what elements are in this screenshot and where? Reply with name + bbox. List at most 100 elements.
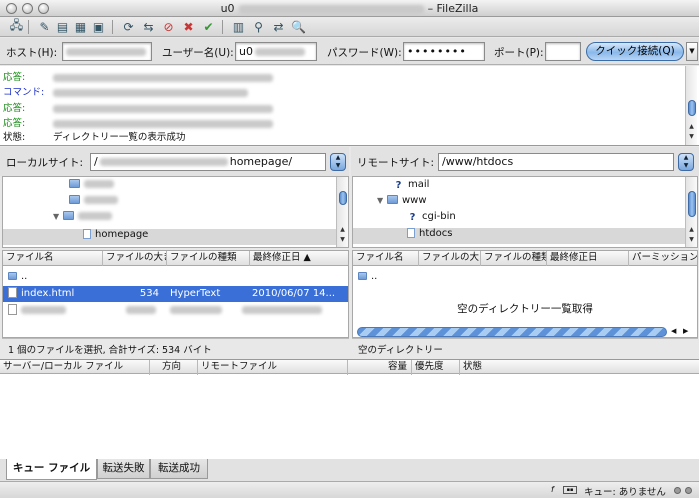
local-site-label: ローカルサイト: <box>6 157 84 169</box>
local-tree[interactable]: ▼ homepage ▲ ▼ <box>2 176 349 248</box>
toolbar: 🖧 ✎ ▤ ▦ ▣ ⟳ ⇆ ⊘ ✖ ✔ ▥ ⚲ ⇄ 🔍 <box>0 17 699 37</box>
local-tree-scrollbar[interactable]: ▲ ▼ <box>336 177 348 247</box>
queue-status: キュー: ありません <box>584 487 666 498</box>
toggle-log-icon[interactable]: ▤ <box>54 18 71 35</box>
tab-queued-files[interactable]: キュー ファイル <box>6 459 97 480</box>
tree-item-www[interactable]: ▼ www <box>353 195 685 211</box>
column-status[interactable]: 状態 <box>460 360 699 375</box>
column-filename[interactable]: ファイル名 <box>353 251 419 266</box>
log-scrollbar[interactable]: ▲ ▼ <box>685 66 697 145</box>
sort-ascending-icon: ▲ <box>303 252 311 263</box>
sync-icon[interactable]: ⇄ <box>270 18 287 35</box>
local-list-header: ファイル名 ファイルの大き ファイルの種類 最終修正日 ▲ <box>3 251 348 266</box>
compare-icon[interactable]: ⚲ <box>250 18 267 35</box>
cancel-icon[interactable]: ⊘ <box>160 18 177 35</box>
chevron-down-icon: ▼ <box>335 162 341 169</box>
transfer-queue[interactable]: サーバー/ローカル ファイル 方向 リモートファイル 容量 優先度 状態 <box>0 359 699 461</box>
column-priority[interactable]: 優先度 <box>412 360 460 375</box>
scroll-thumb[interactable] <box>688 100 696 116</box>
log-line: コマンド: <box>3 84 248 98</box>
file-row-index-html[interactable]: index.html 534 HyperText 2010/06/07 14..… <box>3 286 348 302</box>
column-modified[interactable]: 最終修正日 <box>547 251 629 266</box>
tree-item-htdocs[interactable]: htdocs <box>353 228 685 244</box>
toggle-queue-icon[interactable]: ▣ <box>90 18 107 35</box>
password-label: パスワード(W): <box>327 47 402 59</box>
toggle-tree-icon[interactable]: ▦ <box>72 18 89 35</box>
column-filetype[interactable]: ファイルの種類 <box>481 251 547 266</box>
folder-icon <box>69 195 80 204</box>
remote-tree-scrollbar[interactable]: ▲ ▼ <box>685 177 697 247</box>
site-manager-icon[interactable]: 🖧 <box>8 18 25 35</box>
local-status-text: 1 個のファイルを選択, 合計サイズ: 534 バイト <box>2 338 349 358</box>
scroll-down-icon[interactable]: ▼ <box>686 235 697 245</box>
column-filename[interactable]: ファイル名 <box>3 251 103 266</box>
tree-item-homepage[interactable]: homepage <box>3 229 336 245</box>
refresh-icon[interactable]: ⟳ <box>120 18 137 35</box>
scroll-thumb[interactable] <box>339 191 347 205</box>
tree-item[interactable]: ▼ <box>3 211 336 227</box>
scroll-down-icon[interactable]: ▼ <box>686 132 697 142</box>
remote-tree[interactable]: ? mail ▼ www ? cgi-bin htdocs ▲ ▼ <box>352 176 698 248</box>
host-label: ホスト(H): <box>6 47 58 59</box>
queue-tabs: キュー ファイル 転送失敗 転送成功 <box>0 459 699 481</box>
message-log[interactable]: 応答: コマンド: 応答: 応答: 状態: ディレクトリー一覧の表示成功 ▲ ▼ <box>0 66 699 146</box>
column-filesize[interactable]: ファイルの大き <box>419 251 481 266</box>
scroll-left-icon[interactable]: ◀ <box>671 327 676 335</box>
remote-path-input[interactable]: /www/htdocs <box>438 153 674 171</box>
quickconnect-button[interactable]: クイック接続(Q) <box>586 42 684 61</box>
column-direction[interactable]: 方向 <box>150 360 198 375</box>
chevron-up-icon: ▲ <box>335 154 341 161</box>
list-item-parent[interactable]: .. <box>3 269 348 285</box>
scroll-right-icon[interactable]: ▶ <box>683 327 688 335</box>
list-item-parent[interactable]: .. <box>353 269 697 285</box>
tree-item[interactable] <box>3 195 336 211</box>
scroll-thumb[interactable] <box>688 191 696 217</box>
column-modified[interactable]: 最終修正日 ▲ <box>250 251 348 266</box>
file-row-redacted[interactable] <box>3 303 348 319</box>
expand-triangle-icon[interactable]: ▼ <box>377 196 387 205</box>
column-server-local[interactable]: サーバー/ローカル ファイル <box>0 360 150 375</box>
remote-status-text: 空のディレクトリー <box>352 338 698 358</box>
process-queue-icon[interactable]: ⇆ <box>140 18 157 35</box>
expand-triangle-icon[interactable]: ▼ <box>53 212 63 221</box>
tree-item-mail[interactable]: ? mail <box>353 179 685 195</box>
filter-icon[interactable]: ▥ <box>230 18 247 35</box>
tree-item[interactable] <box>3 179 336 195</box>
column-filetype[interactable]: ファイルの種類 <box>167 251 250 266</box>
tab-failed-transfers[interactable]: 転送失敗 <box>97 459 150 479</box>
remote-file-list[interactable]: ファイル名 ファイルの大き ファイルの種類 最終修正日 パーミッション .. 空… <box>352 250 698 338</box>
column-filesize[interactable]: ファイルの大き <box>103 251 167 266</box>
user-input[interactable]: u0 <box>235 42 317 61</box>
tab-successful-transfers[interactable]: 転送成功 <box>150 459 208 479</box>
local-path-input[interactable]: / homepage/ <box>90 153 326 171</box>
scroll-up-icon[interactable]: ▲ <box>686 122 697 132</box>
password-input[interactable]: •••••••• <box>403 42 485 61</box>
remote-site-bar: リモートサイト: /www/htdocs ▲ ▼ <box>351 147 699 176</box>
tree-item-cgi-bin[interactable]: ? cgi-bin <box>353 211 685 227</box>
folder-icon <box>63 211 74 220</box>
quickconnect-dropdown[interactable]: ▼ <box>686 42 698 61</box>
column-size[interactable]: 容量 <box>348 360 412 375</box>
edit-icon[interactable]: ✎ <box>36 18 53 35</box>
chevron-down-icon: ▼ <box>683 162 689 169</box>
port-input[interactable] <box>545 42 581 61</box>
column-remote-file[interactable]: リモートファイル <box>198 360 348 375</box>
local-path-history[interactable]: ▲ ▼ <box>330 153 346 171</box>
scroll-up-icon[interactable]: ▲ <box>337 225 348 235</box>
download-led-icon <box>685 487 692 494</box>
folder-icon <box>387 195 398 204</box>
scroll-up-icon[interactable]: ▲ <box>686 225 697 235</box>
reconnect-icon[interactable]: ✔ <box>200 18 217 35</box>
redacted-host <box>66 48 146 56</box>
empty-listing-message: 空のディレクトリー一覧取得 <box>457 303 593 315</box>
remote-path-history[interactable]: ▲ ▼ <box>678 153 694 171</box>
local-file-list[interactable]: ファイル名 ファイルの大き ファイルの種類 最終修正日 ▲ .. index.h… <box>2 250 349 338</box>
folder-icon <box>69 179 80 188</box>
host-input[interactable] <box>62 42 152 61</box>
folder-icon <box>358 272 367 280</box>
disconnect-icon[interactable]: ✖ <box>180 18 197 35</box>
column-permissions[interactable]: パーミッション <box>629 251 697 266</box>
search-icon[interactable]: 🔍 <box>290 18 307 35</box>
scroll-down-icon[interactable]: ▼ <box>337 235 348 245</box>
quickconnect-bar: ホスト(H): ユーザー名(U): u0 パスワード(W): •••••••• … <box>0 38 699 65</box>
